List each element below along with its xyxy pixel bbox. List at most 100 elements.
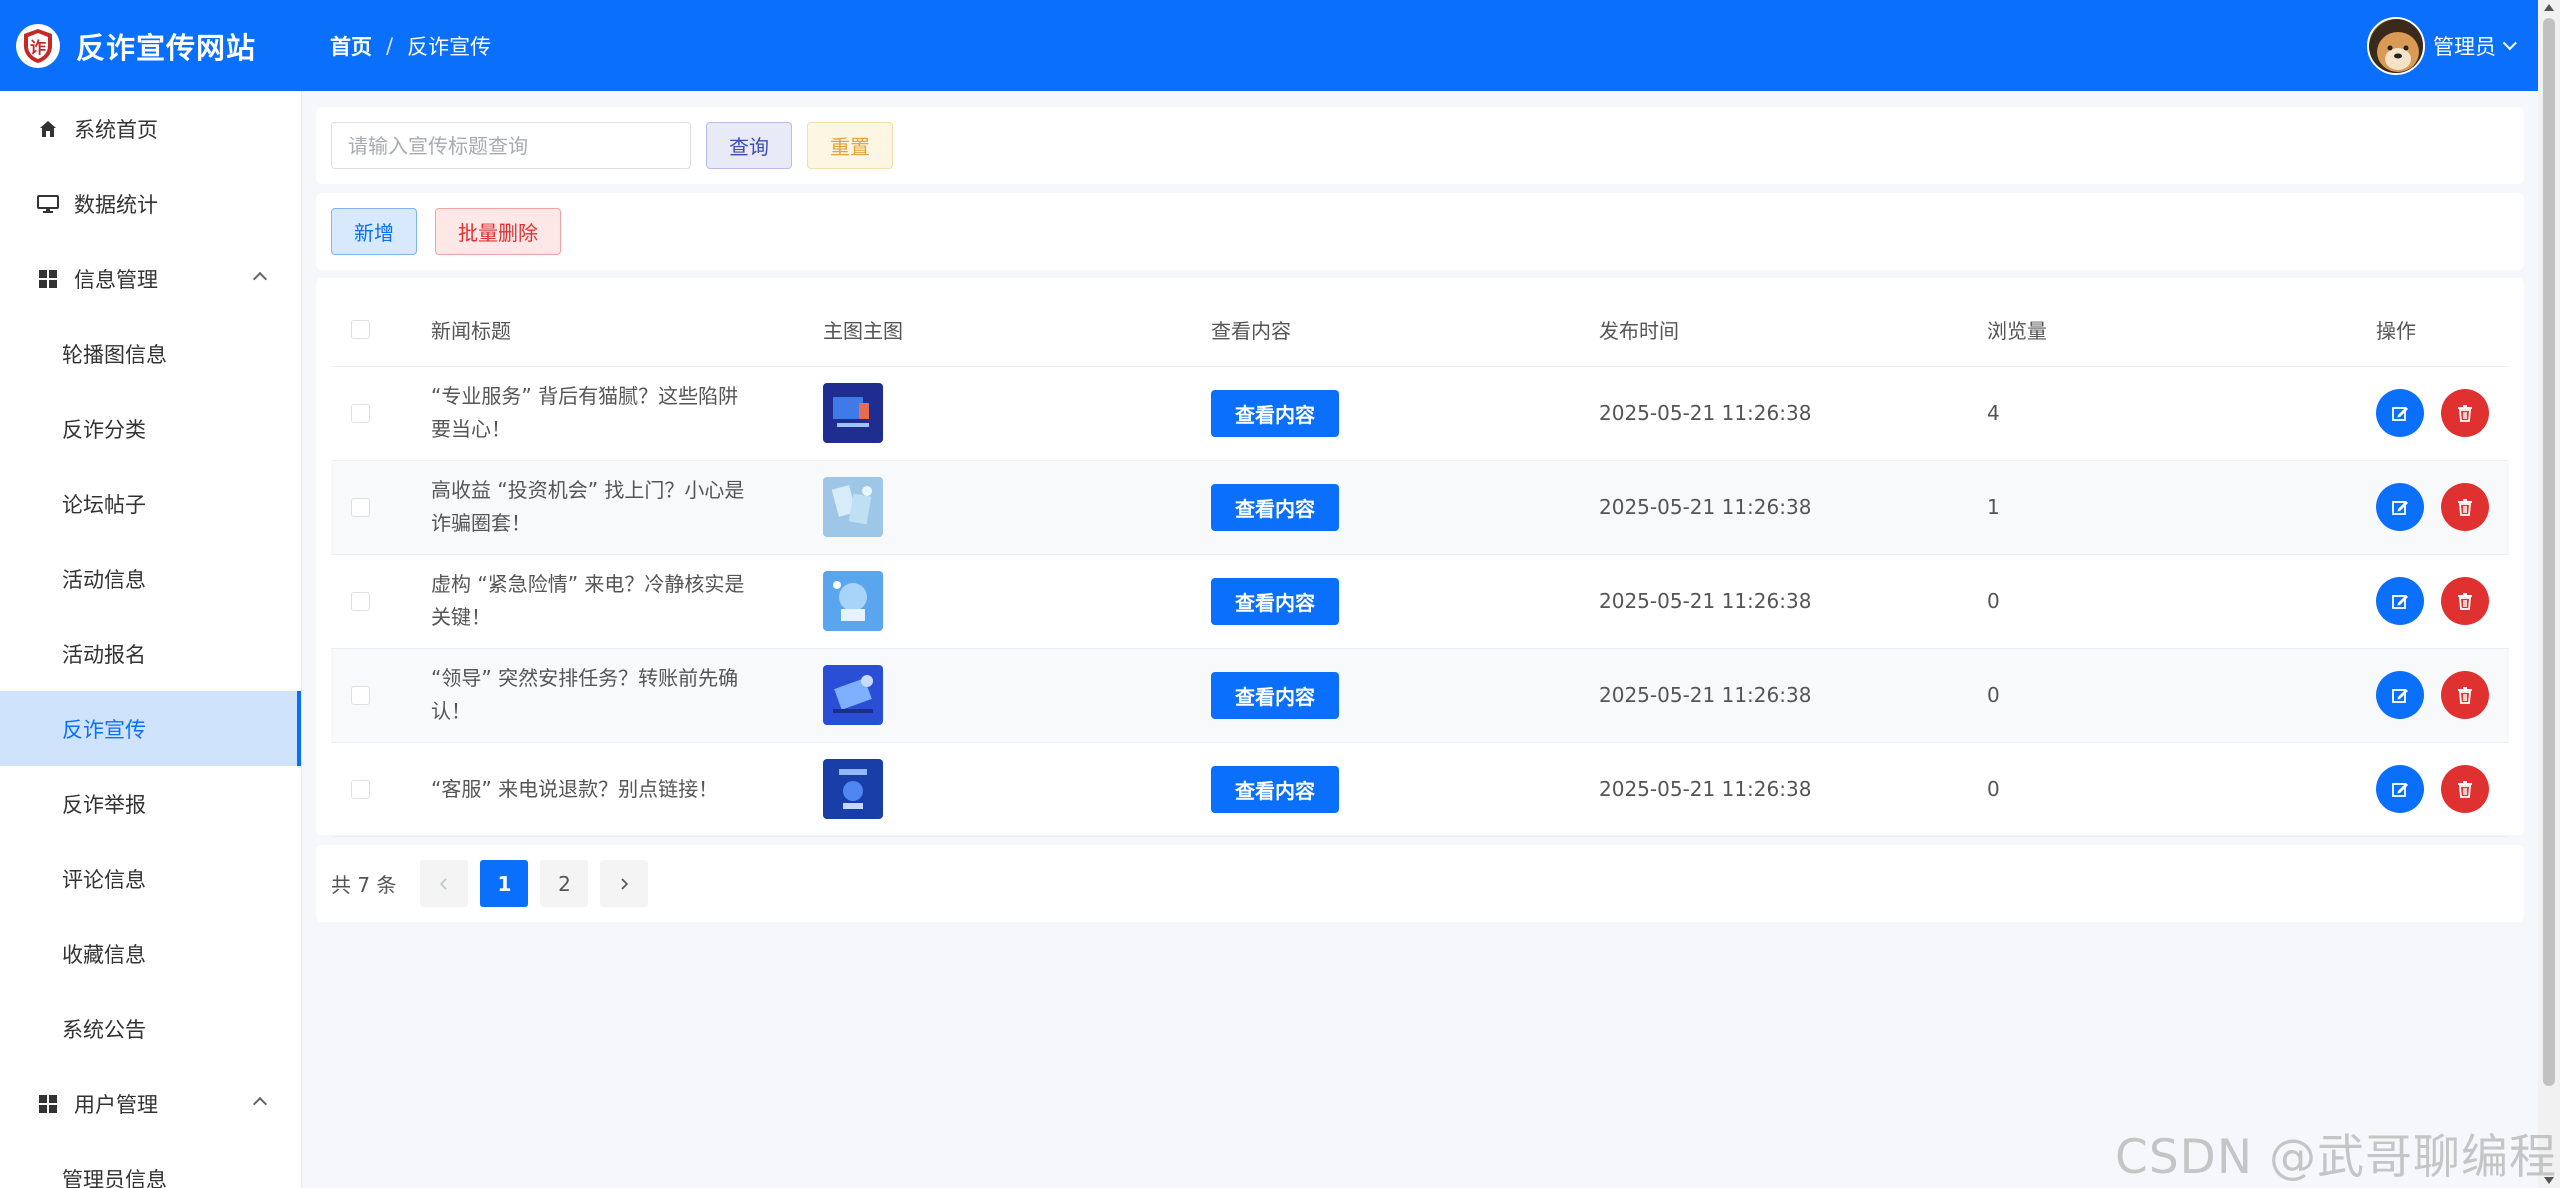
sidebar-item-forum[interactable]: 论坛帖子	[0, 466, 301, 541]
shield-logo-icon: 诈	[16, 23, 60, 68]
sidebar-item-favorite[interactable]: 收藏信息	[0, 916, 301, 991]
edit-button[interactable]	[2376, 671, 2424, 719]
sidebar-item-report[interactable]: 反诈举报	[0, 766, 301, 841]
watermark: CSDN @武哥聊编程	[2115, 1130, 2557, 1185]
news-title: “领导” 突然安排任务？转账前先确认！	[431, 666, 739, 723]
view-content-button[interactable]: 查看内容	[1211, 483, 1339, 531]
sidebar-item-carousel[interactable]: 轮播图信息	[0, 316, 301, 391]
sidebar-item-signup[interactable]: 活动报名	[0, 616, 301, 691]
edit-button[interactable]	[2376, 389, 2424, 437]
trash-icon	[2458, 499, 2472, 516]
view-count: 0	[1987, 648, 2376, 743]
sidebar-item-label: 信息管理	[74, 267, 158, 292]
page-button[interactable]: 2	[540, 860, 589, 907]
sidebar-item-category[interactable]: 反诈分类	[0, 391, 301, 466]
publish-time: 2025-05-21 11:26:38	[1599, 366, 1987, 461]
news-thumbnail[interactable]	[823, 665, 883, 725]
delete-button[interactable]	[2441, 671, 2489, 719]
prev-page-button[interactable]	[420, 860, 469, 907]
grid-icon	[36, 1092, 60, 1116]
batch-delete-button[interactable]: 批量删除	[435, 208, 561, 255]
edit-button[interactable]	[2376, 577, 2424, 625]
sidebar-item-home[interactable]: 系统首页	[0, 91, 301, 166]
avatar[interactable]	[2367, 16, 2425, 75]
trash-icon	[2458, 593, 2472, 610]
news-thumbnail[interactable]	[823, 759, 883, 819]
sidebar-item-label: 活动信息	[62, 567, 146, 592]
trash-icon	[2458, 687, 2472, 704]
trash-icon	[2458, 405, 2472, 422]
breadcrumb-home[interactable]: 首页	[330, 31, 372, 61]
sidebar-item-label: 收藏信息	[62, 942, 146, 967]
query-button[interactable]: 查询	[706, 122, 792, 169]
delete-button[interactable]	[2441, 765, 2489, 813]
column-header: 查看内容	[1211, 293, 1599, 367]
view-content-button[interactable]: 查看内容	[1211, 671, 1339, 719]
edit-icon	[2392, 501, 2408, 515]
sidebar-item-label: 管理员信息	[62, 1167, 167, 1188]
news-thumbnail[interactable]	[823, 383, 883, 443]
logo-area[interactable]: 诈 反诈宣传网站	[0, 23, 300, 68]
sidebar-item-label: 数据统计	[74, 192, 158, 217]
action-panel: 新增 批量删除	[316, 193, 2524, 270]
row-checkbox[interactable]	[351, 497, 370, 517]
row-checkbox[interactable]	[351, 403, 370, 423]
edit-icon	[2392, 689, 2408, 703]
user-menu[interactable]: 管理员	[2367, 16, 2517, 75]
next-page-button[interactable]	[600, 860, 649, 907]
delete-button[interactable]	[2441, 577, 2489, 625]
page-button[interactable]: 1	[480, 860, 529, 907]
breadcrumb-separator: /	[386, 33, 394, 58]
edit-button[interactable]	[2376, 765, 2424, 813]
sidebar-item-label: 用户管理	[74, 1092, 158, 1117]
page-scrollbar[interactable]	[2538, 0, 2560, 1188]
publish-time: 2025-05-21 11:26:38	[1599, 648, 1987, 743]
sidebar-item-admin[interactable]: 管理员信息	[0, 1141, 301, 1188]
sidebar-item-comment[interactable]: 评论信息	[0, 841, 301, 916]
news-thumbnail[interactable]	[823, 571, 883, 631]
view-content-button[interactable]: 查看内容	[1211, 389, 1339, 437]
sidebar-group-users[interactable]: 用户管理	[0, 1066, 301, 1141]
sidebar-item-activity[interactable]: 活动信息	[0, 541, 301, 616]
view-content-button[interactable]: 查看内容	[1211, 577, 1339, 625]
trash-icon	[2458, 781, 2472, 798]
user-name[interactable]: 管理员	[2433, 31, 2496, 61]
select-all-checkbox[interactable]	[351, 319, 370, 339]
reset-button[interactable]: 重置	[807, 122, 893, 169]
pagination: 共 7 条 1 2	[316, 845, 2524, 922]
view-count: 0	[1987, 742, 2376, 837]
breadcrumb-current: 反诈宣传	[407, 34, 492, 59]
table-row: “专业服务” 背后有猫腻？这些陷阱要当心！ 查看内容 2025-05-21 11…	[331, 366, 2509, 461]
scroll-up-icon[interactable]	[2544, 4, 2554, 11]
sidebar-item-statistics[interactable]: 数据统计	[0, 166, 301, 241]
scroll-thumb[interactable]	[2543, 18, 2555, 1086]
sidebar-item-label: 活动报名	[62, 642, 146, 667]
sidebar-item-label: 轮播图信息	[62, 342, 167, 367]
sidebar-group-info[interactable]: 信息管理	[0, 241, 301, 316]
row-checkbox[interactable]	[351, 779, 370, 799]
news-thumbnail[interactable]	[823, 477, 883, 537]
column-header: 发布时间	[1599, 293, 1987, 367]
view-content-button[interactable]: 查看内容	[1211, 765, 1339, 813]
publish-time: 2025-05-21 11:26:38	[1599, 554, 1987, 649]
sidebar-item-label: 反诈分类	[62, 417, 146, 442]
home-icon	[36, 117, 60, 141]
chevron-right-icon	[621, 877, 629, 890]
row-checkbox[interactable]	[351, 591, 370, 611]
delete-button[interactable]	[2441, 483, 2489, 531]
add-button[interactable]: 新增	[331, 208, 417, 255]
delete-button[interactable]	[2441, 389, 2489, 437]
row-checkbox[interactable]	[351, 685, 370, 705]
sidebar-item-propaganda[interactable]: 反诈宣传	[0, 691, 301, 766]
logo-char: 诈	[30, 38, 46, 57]
search-input[interactable]	[331, 122, 691, 169]
view-count: 0	[1987, 554, 2376, 649]
edit-button[interactable]	[2376, 483, 2424, 531]
sidebar-item-label: 反诈举报	[62, 792, 146, 817]
table-header-row: 新闻标题 主图主图 查看内容 发布时间 浏览量 操作	[331, 293, 2509, 367]
sidebar-item-notice[interactable]: 系统公告	[0, 991, 301, 1066]
chevron-down-icon[interactable]	[2502, 35, 2517, 50]
publish-time: 2025-05-21 11:26:38	[1599, 460, 1987, 555]
column-header: 新闻标题	[431, 293, 823, 367]
news-title: 高收益 “投资机会” 找上门？小心是诈骗圈套！	[431, 478, 745, 535]
